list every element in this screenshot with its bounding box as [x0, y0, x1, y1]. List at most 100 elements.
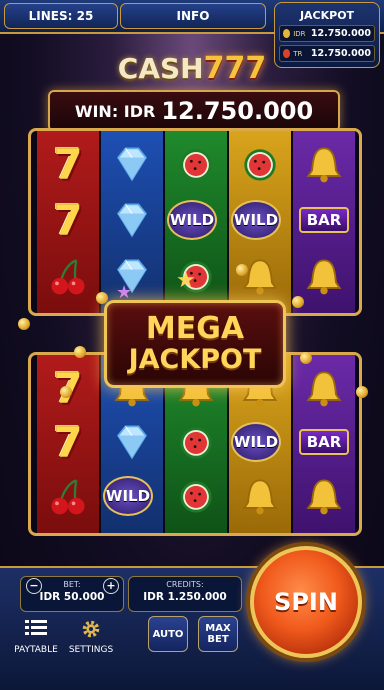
wild-symbol: WILD: [231, 195, 281, 245]
credits-label: CREDITS:: [166, 580, 204, 589]
flag-icon: [283, 49, 291, 58]
spin-button[interactable]: SPIN: [250, 546, 362, 658]
reel-column: WILD: [165, 131, 227, 313]
max-label: MAX: [205, 623, 231, 634]
wild-label: WILD: [103, 476, 153, 516]
watermelon-icon: [180, 427, 212, 459]
bar-symbol: BAR: [299, 195, 349, 245]
bell-icon: [306, 259, 342, 295]
wild-label: WILD: [231, 422, 281, 462]
seven-symbol: 7: [43, 195, 93, 245]
coin-icon: [18, 318, 30, 330]
bell-symbol: [299, 139, 349, 189]
max-bet-button[interactable]: MAX BET: [198, 616, 238, 652]
reel-column: BAR: [293, 355, 355, 533]
seven-symbol: 7: [43, 139, 93, 189]
win-amount: 12.750.000: [161, 97, 314, 125]
seven-label: 7: [53, 195, 83, 245]
bell-symbol: [299, 471, 349, 521]
mega-label: MEGA: [145, 311, 245, 346]
watermelon-symbol: [171, 139, 221, 189]
coin-icon: [283, 29, 291, 38]
coin-icon: [60, 386, 72, 398]
paytable-button[interactable]: PAYTABLE: [12, 618, 60, 655]
bell-symbol: [299, 363, 349, 413]
diamond-icon: [117, 425, 147, 460]
list-icon: [25, 620, 47, 635]
coin-icon: [292, 296, 304, 308]
spin-label: SPIN: [274, 588, 338, 616]
bell-icon: [306, 147, 342, 183]
bar-label: BAR: [299, 207, 349, 233]
auto-button[interactable]: AUTO: [148, 616, 188, 652]
coin-icon: [74, 346, 86, 358]
gear-icon: [82, 620, 100, 638]
wild-label: WILD: [231, 200, 281, 240]
reel-column: BAR: [293, 131, 355, 313]
info-label: INFO: [176, 9, 210, 23]
paytable-label: PAYTABLE: [14, 645, 58, 655]
bell-icon: [242, 259, 278, 295]
settings-label: SETTINGS: [68, 645, 114, 655]
wild-symbol: WILD: [103, 471, 153, 521]
bell-icon: [242, 479, 278, 515]
jackpot-title: JACKPOT: [299, 9, 355, 22]
watermelon-icon: [180, 481, 212, 513]
jackpot-label: JACKPOT: [128, 344, 262, 375]
lines-display: LINES: 25: [4, 3, 118, 29]
credits-display: CREDITS: IDR 1.250.000: [128, 576, 242, 612]
seven-label: 7: [53, 417, 83, 467]
jackpot-value: 12.750.000: [310, 48, 371, 59]
logo-text-777: 777: [203, 50, 267, 86]
diamond-icon: [117, 147, 147, 182]
star-icon: ★: [176, 268, 196, 293]
bell-symbol: [299, 251, 349, 301]
bet-word-label: BET: [207, 634, 229, 645]
watermelon-icon: [244, 149, 276, 181]
bar-label: BAR: [299, 429, 349, 455]
seven-symbol: 7: [43, 417, 93, 467]
cherry-symbol: [43, 251, 93, 301]
bet-decrease-button[interactable]: −: [26, 578, 42, 594]
watermelon-symbol: [171, 417, 221, 467]
seven-label: 7: [53, 139, 83, 189]
bar-symbol: BAR: [299, 417, 349, 467]
info-button[interactable]: INFO: [120, 3, 266, 29]
settings-button[interactable]: SETTINGS: [66, 618, 116, 655]
mega-jackpot-banner: MEGA JACKPOT: [104, 300, 286, 388]
watermelon-icon: [180, 149, 212, 181]
wild-symbol: WILD: [231, 417, 281, 467]
coin-icon: [356, 386, 368, 398]
watermelon-symbol: [171, 471, 221, 521]
jackpot-currency: IDR: [293, 29, 306, 38]
jackpot-value: 12.750.000: [310, 28, 371, 39]
cherry-symbol: [43, 471, 93, 521]
win-label: WIN: IDR: [74, 101, 156, 121]
jackpot-currency: TR: [293, 49, 303, 58]
cherry-icon: [51, 479, 85, 515]
wild-symbol: WILD: [167, 195, 217, 245]
coin-icon: [300, 352, 312, 364]
credits-value: IDR 1.250.000: [143, 591, 227, 603]
coin-icon: [236, 264, 248, 276]
game-logo: CASH 777: [108, 48, 276, 88]
bet-increase-button[interactable]: +: [103, 578, 119, 594]
diamond-symbol: [107, 417, 157, 467]
diamond-icon: [117, 203, 147, 238]
jackpot-panel: JACKPOT IDR 12.750.000 TR 12.750.000: [274, 2, 380, 68]
jackpot-row: TR 12.750.000: [279, 45, 375, 62]
auto-label: AUTO: [152, 628, 184, 640]
logo-text-cash: CASH: [117, 51, 204, 85]
reel-column: 77: [37, 131, 99, 313]
watermelon-symbol: [235, 139, 285, 189]
wild-label: WILD: [167, 200, 217, 240]
win-banner: WIN: IDR 12.750.000: [48, 90, 340, 132]
bell-symbol: [235, 471, 285, 521]
bell-symbol: [235, 251, 285, 301]
diamond-symbol: [107, 139, 157, 189]
max-bet-label: MAX BET: [205, 623, 230, 645]
reel-column: 77: [37, 355, 99, 533]
bell-icon: [306, 479, 342, 515]
bell-icon: [306, 371, 342, 407]
cherry-icon: [51, 259, 85, 295]
